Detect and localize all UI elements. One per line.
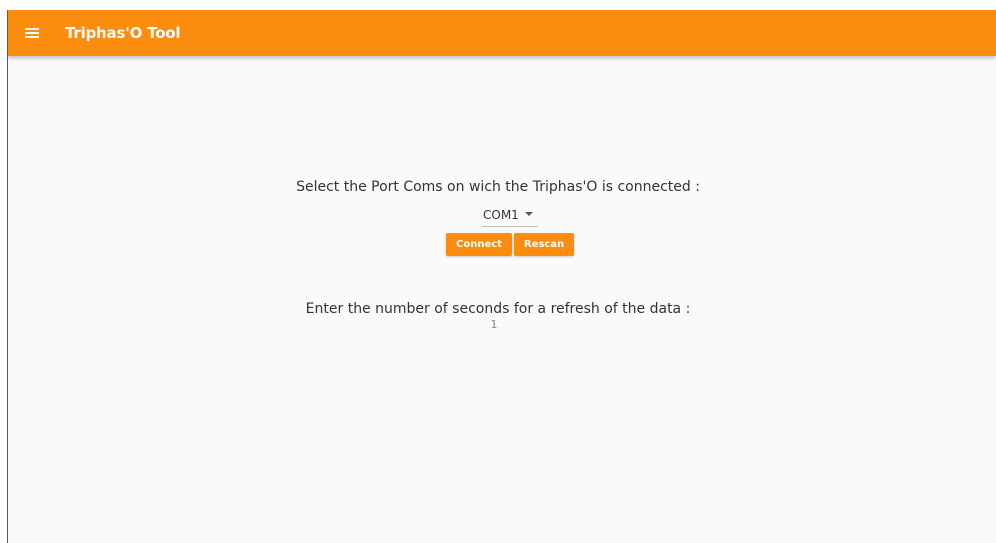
refresh-seconds-input[interactable]: [468, 316, 520, 332]
rescan-button[interactable]: Rescan: [514, 233, 574, 256]
app-title: Triphas'O Tool: [65, 24, 181, 42]
com-port-select[interactable]: COM1: [482, 206, 538, 227]
hamburger-menu-icon[interactable]: [25, 28, 39, 38]
connect-button[interactable]: Connect: [446, 233, 512, 256]
dropdown-caret-icon: [525, 212, 533, 216]
com-port-selected-value: COM1: [483, 208, 519, 222]
port-select-prompt: Select the Port Coms on wich the Triphas…: [296, 179, 700, 195]
app-window: Triphas'O Tool Select the Port Coms on w…: [7, 10, 996, 543]
app-bar: Triphas'O Tool: [8, 10, 996, 56]
